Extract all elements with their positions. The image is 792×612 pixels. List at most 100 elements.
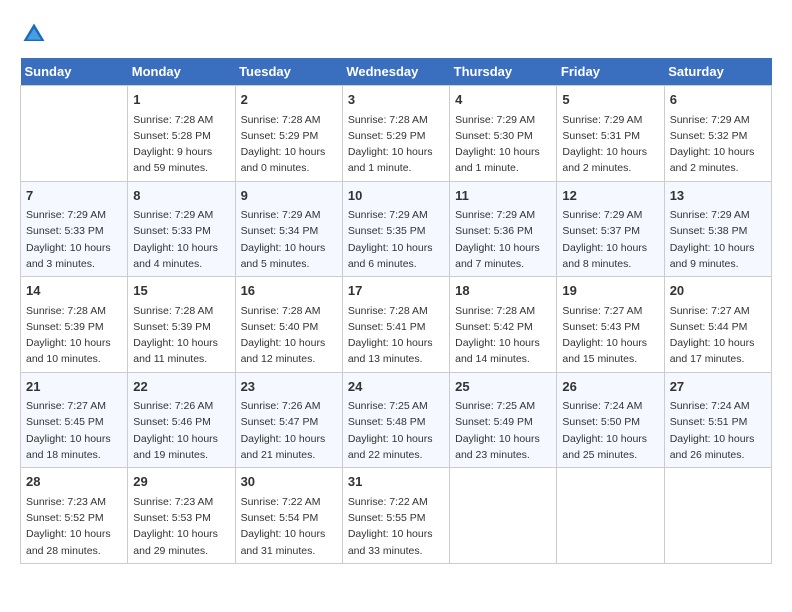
calendar-cell: 4Sunrise: 7:29 AMSunset: 5:30 PMDaylight… <box>450 86 557 182</box>
calendar-cell: 23Sunrise: 7:26 AMSunset: 5:47 PMDayligh… <box>235 372 342 468</box>
day-number: 21 <box>26 377 122 397</box>
calendar-cell: 3Sunrise: 7:28 AMSunset: 5:29 PMDaylight… <box>342 86 449 182</box>
day-number: 26 <box>562 377 658 397</box>
day-header-thursday: Thursday <box>450 58 557 86</box>
day-info: Sunrise: 7:26 AMSunset: 5:46 PMDaylight:… <box>133 398 229 463</box>
day-number: 3 <box>348 90 444 110</box>
calendar-cell: 24Sunrise: 7:25 AMSunset: 5:48 PMDayligh… <box>342 372 449 468</box>
calendar-cell: 13Sunrise: 7:29 AMSunset: 5:38 PMDayligh… <box>664 181 771 277</box>
day-header-saturday: Saturday <box>664 58 771 86</box>
day-number: 5 <box>562 90 658 110</box>
day-info: Sunrise: 7:29 AMSunset: 5:33 PMDaylight:… <box>133 207 229 272</box>
day-number: 2 <box>241 90 337 110</box>
calendar-cell: 31Sunrise: 7:22 AMSunset: 5:55 PMDayligh… <box>342 468 449 564</box>
day-number: 28 <box>26 472 122 492</box>
day-info: Sunrise: 7:29 AMSunset: 5:38 PMDaylight:… <box>670 207 766 272</box>
calendar-cell: 26Sunrise: 7:24 AMSunset: 5:50 PMDayligh… <box>557 372 664 468</box>
calendar-cell: 29Sunrise: 7:23 AMSunset: 5:53 PMDayligh… <box>128 468 235 564</box>
page-header <box>20 20 772 48</box>
day-number: 27 <box>670 377 766 397</box>
calendar-cell: 1Sunrise: 7:28 AMSunset: 5:28 PMDaylight… <box>128 86 235 182</box>
day-number: 19 <box>562 281 658 301</box>
calendar-cell: 6Sunrise: 7:29 AMSunset: 5:32 PMDaylight… <box>664 86 771 182</box>
day-info: Sunrise: 7:28 AMSunset: 5:28 PMDaylight:… <box>133 112 229 177</box>
calendar-cell: 11Sunrise: 7:29 AMSunset: 5:36 PMDayligh… <box>450 181 557 277</box>
day-info: Sunrise: 7:29 AMSunset: 5:32 PMDaylight:… <box>670 112 766 177</box>
day-header-monday: Monday <box>128 58 235 86</box>
calendar-cell: 14Sunrise: 7:28 AMSunset: 5:39 PMDayligh… <box>21 277 128 373</box>
day-info: Sunrise: 7:29 AMSunset: 5:30 PMDaylight:… <box>455 112 551 177</box>
day-info: Sunrise: 7:28 AMSunset: 5:42 PMDaylight:… <box>455 303 551 368</box>
day-number: 12 <box>562 186 658 206</box>
day-number: 9 <box>241 186 337 206</box>
day-info: Sunrise: 7:28 AMSunset: 5:39 PMDaylight:… <box>26 303 122 368</box>
day-number: 20 <box>670 281 766 301</box>
calendar-cell: 5Sunrise: 7:29 AMSunset: 5:31 PMDaylight… <box>557 86 664 182</box>
logo <box>20 20 52 48</box>
day-number: 29 <box>133 472 229 492</box>
day-number: 22 <box>133 377 229 397</box>
calendar-cell: 19Sunrise: 7:27 AMSunset: 5:43 PMDayligh… <box>557 277 664 373</box>
calendar-cell: 18Sunrise: 7:28 AMSunset: 5:42 PMDayligh… <box>450 277 557 373</box>
day-header-tuesday: Tuesday <box>235 58 342 86</box>
calendar-cell: 7Sunrise: 7:29 AMSunset: 5:33 PMDaylight… <box>21 181 128 277</box>
calendar-week-row: 7 Sunrise: 7:29 AMSunset: 5:33 PMDaylight… <box>21 181 772 277</box>
day-number: 7 <box>26 186 122 206</box>
day-number: 30 <box>241 472 337 492</box>
day-number: 6 <box>670 90 766 110</box>
calendar-cell: 16Sunrise: 7:28 AMSunset: 5:40 PMDayligh… <box>235 277 342 373</box>
calendar-cell: 12Sunrise: 7:29 AMSunset: 5:37 PMDayligh… <box>557 181 664 277</box>
day-header-sunday: Sunday <box>21 58 128 86</box>
calendar-cell: 10Sunrise: 7:29 AMSunset: 5:35 PMDayligh… <box>342 181 449 277</box>
day-header-friday: Friday <box>557 58 664 86</box>
calendar-cell: 25Sunrise: 7:25 AMSunset: 5:49 PMDayligh… <box>450 372 557 468</box>
day-info: Sunrise: 7:24 AMSunset: 5:50 PMDaylight:… <box>562 398 658 463</box>
calendar-cell: 21Sunrise: 7:27 AMSunset: 5:45 PMDayligh… <box>21 372 128 468</box>
day-number: 16 <box>241 281 337 301</box>
calendar-cell: 2Sunrise: 7:28 AMSunset: 5:29 PMDaylight… <box>235 86 342 182</box>
day-info: Sunrise: 7:29 AMSunset: 5:37 PMDaylight:… <box>562 207 658 272</box>
calendar-table: SundayMondayTuesdayWednesdayThursdayFrid… <box>20 58 772 564</box>
calendar-cell: 30Sunrise: 7:22 AMSunset: 5:54 PMDayligh… <box>235 468 342 564</box>
day-info: Sunrise: 7:23 AMSunset: 5:52 PMDaylight:… <box>26 494 122 559</box>
day-number: 18 <box>455 281 551 301</box>
calendar-cell: 8Sunrise: 7:29 AMSunset: 5:33 PMDaylight… <box>128 181 235 277</box>
calendar-header-row: SundayMondayTuesdayWednesdayThursdayFrid… <box>21 58 772 86</box>
day-info: Sunrise: 7:28 AMSunset: 5:29 PMDaylight:… <box>241 112 337 177</box>
calendar-week-row: 1Sunrise: 7:28 AMSunset: 5:28 PMDaylight… <box>21 86 772 182</box>
calendar-cell <box>21 86 128 182</box>
calendar-week-row: 21Sunrise: 7:27 AMSunset: 5:45 PMDayligh… <box>21 372 772 468</box>
day-number: 8 <box>133 186 229 206</box>
day-info: Sunrise: 7:25 AMSunset: 5:49 PMDaylight:… <box>455 398 551 463</box>
day-number: 14 <box>26 281 122 301</box>
day-number: 25 <box>455 377 551 397</box>
day-info: Sunrise: 7:24 AMSunset: 5:51 PMDaylight:… <box>670 398 766 463</box>
day-info: Sunrise: 7:22 AMSunset: 5:55 PMDaylight:… <box>348 494 444 559</box>
calendar-cell <box>557 468 664 564</box>
day-number: 10 <box>348 186 444 206</box>
calendar-cell <box>450 468 557 564</box>
calendar-week-row: 28Sunrise: 7:23 AMSunset: 5:52 PMDayligh… <box>21 468 772 564</box>
day-header-wednesday: Wednesday <box>342 58 449 86</box>
day-number: 15 <box>133 281 229 301</box>
calendar-cell: 15Sunrise: 7:28 AMSunset: 5:39 PMDayligh… <box>128 277 235 373</box>
calendar-cell: 28Sunrise: 7:23 AMSunset: 5:52 PMDayligh… <box>21 468 128 564</box>
day-info: Sunrise: 7:27 AMSunset: 5:45 PMDaylight:… <box>26 398 122 463</box>
day-info: Sunrise: 7:27 AMSunset: 5:44 PMDaylight:… <box>670 303 766 368</box>
day-info: Sunrise: 7:28 AMSunset: 5:39 PMDaylight:… <box>133 303 229 368</box>
day-info: Sunrise: 7:28 AMSunset: 5:40 PMDaylight:… <box>241 303 337 368</box>
logo-icon <box>20 20 48 48</box>
day-number: 4 <box>455 90 551 110</box>
day-number: 24 <box>348 377 444 397</box>
day-info: Sunrise: 7:29 AMSunset: 5:36 PMDaylight:… <box>455 207 551 272</box>
calendar-cell: 9Sunrise: 7:29 AMSunset: 5:34 PMDaylight… <box>235 181 342 277</box>
day-info: Sunrise: 7:23 AMSunset: 5:53 PMDaylight:… <box>133 494 229 559</box>
calendar-week-row: 14Sunrise: 7:28 AMSunset: 5:39 PMDayligh… <box>21 277 772 373</box>
day-info: Sunrise: 7:29 AMSunset: 5:31 PMDaylight:… <box>562 112 658 177</box>
day-number: 11 <box>455 186 551 206</box>
day-info: Sunrise: 7:26 AMSunset: 5:47 PMDaylight:… <box>241 398 337 463</box>
day-number: 13 <box>670 186 766 206</box>
calendar-cell <box>664 468 771 564</box>
day-info: Sunrise: 7:22 AMSunset: 5:54 PMDaylight:… <box>241 494 337 559</box>
calendar-cell: 20Sunrise: 7:27 AMSunset: 5:44 PMDayligh… <box>664 277 771 373</box>
